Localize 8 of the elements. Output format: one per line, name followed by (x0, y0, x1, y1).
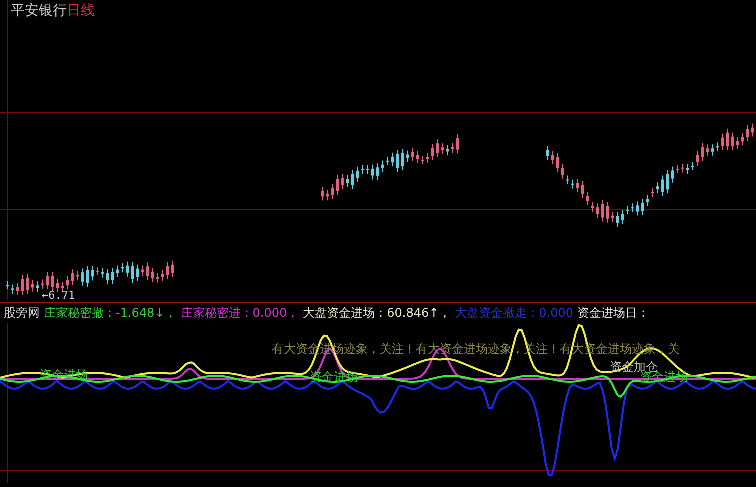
indicator-readout: 资金进场日： (578, 304, 650, 322)
indicator-readout: 大盘资金撤走：0.000 (455, 304, 574, 322)
indicator-name: 股旁网 (4, 304, 40, 322)
chart-title: 平安银行日线 (11, 2, 95, 20)
indicator-readout: 庄家秘密进：0.000， (180, 304, 300, 322)
indicator-readout: 庄家秘密撤：-1.648↓， (44, 304, 177, 322)
indicator-readout: 大盘资金进场：60.846↑， (303, 304, 452, 322)
price-label: ←6.71 (42, 290, 76, 301)
